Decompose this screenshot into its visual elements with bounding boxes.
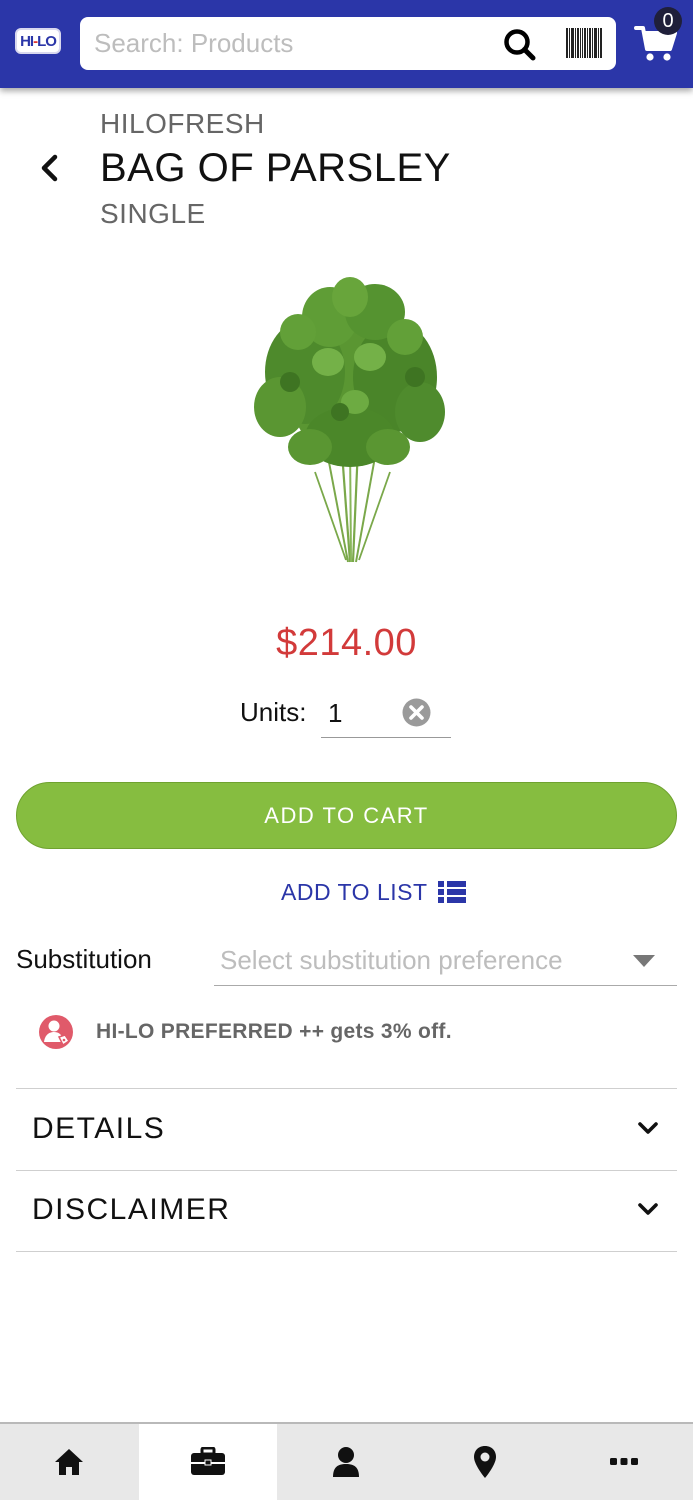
search-box[interactable] xyxy=(80,17,616,70)
substitution-placeholder: Select substitution preference xyxy=(220,945,563,975)
user-icon xyxy=(333,1447,360,1477)
search-input[interactable] xyxy=(94,17,494,70)
add-to-cart-button[interactable]: ADD TO CART xyxy=(16,782,677,849)
user-tag-icon xyxy=(39,1015,73,1049)
product-size: SINGLE xyxy=(100,198,206,229)
logo-text: HI-LO xyxy=(20,32,57,50)
disclaimer-section[interactable]: DISCLAIMER xyxy=(16,1171,677,1251)
back-chevron-icon[interactable] xyxy=(36,152,64,184)
more-icon xyxy=(609,1458,638,1465)
divider xyxy=(16,1251,677,1252)
units-input[interactable] xyxy=(328,694,398,732)
top-app-bar: HI-LO 0 xyxy=(0,0,693,88)
add-to-cart-label: ADD TO CART xyxy=(264,802,429,828)
product-image xyxy=(254,277,445,563)
nav-briefcase[interactable] xyxy=(138,1424,278,1500)
store-logo[interactable]: HI-LO xyxy=(15,28,61,54)
units-label: Units: xyxy=(240,697,307,727)
chevron-down-icon xyxy=(638,1203,658,1215)
caret-down-icon xyxy=(633,955,655,967)
home-icon xyxy=(55,1449,84,1475)
list-icon xyxy=(437,881,466,903)
briefcase-icon xyxy=(190,1447,225,1475)
product-brand: HILOFRESH xyxy=(100,108,265,139)
add-to-list-label: ADD TO LIST xyxy=(281,878,428,905)
cart-count-badge: 0 xyxy=(654,7,682,35)
parsley-leaves xyxy=(254,277,445,467)
search-icon[interactable] xyxy=(502,27,538,63)
product-name: BAG OF PARSLEY xyxy=(100,146,451,190)
bottom-nav xyxy=(0,1422,693,1500)
clear-icon[interactable] xyxy=(402,698,431,727)
nav-home[interactable] xyxy=(0,1424,139,1500)
divider xyxy=(16,1088,677,1089)
nav-account[interactable] xyxy=(277,1424,416,1500)
substitution-select[interactable]: Select substitution preference xyxy=(214,936,677,986)
promo-text: HI-LO PREFERRED ++ gets 3% off. xyxy=(96,1020,452,1043)
add-to-list-button[interactable]: ADD TO LIST xyxy=(281,874,466,910)
units-field[interactable] xyxy=(321,690,451,738)
disclaimer-label: DISCLAIMER xyxy=(32,1193,231,1226)
nav-more[interactable] xyxy=(554,1424,693,1500)
nav-locations[interactable] xyxy=(416,1424,555,1500)
details-section[interactable]: DETAILS xyxy=(16,1090,677,1170)
substitution-label: Substitution xyxy=(16,944,152,974)
location-pin-icon xyxy=(474,1446,497,1478)
chevron-down-icon xyxy=(638,1122,658,1134)
barcode-icon[interactable] xyxy=(566,28,602,58)
product-price: $214.00 xyxy=(276,622,417,664)
details-label: DETAILS xyxy=(32,1112,166,1145)
